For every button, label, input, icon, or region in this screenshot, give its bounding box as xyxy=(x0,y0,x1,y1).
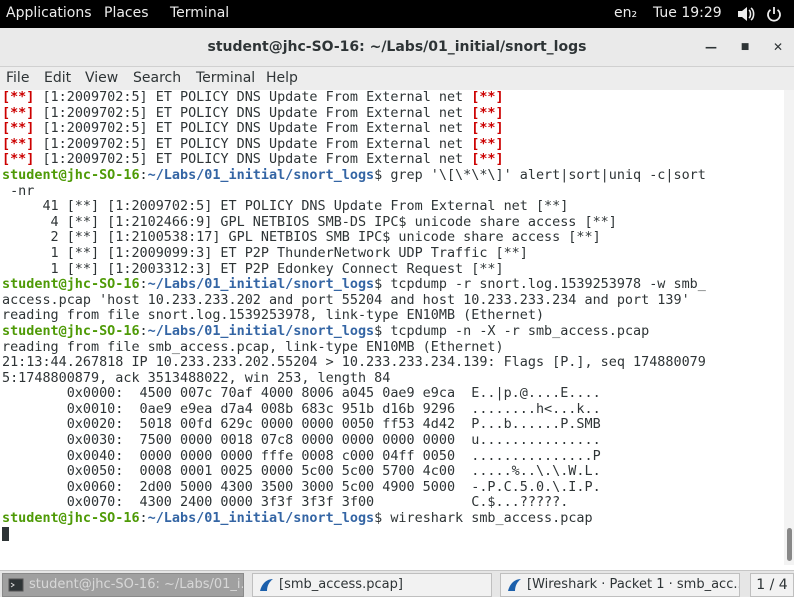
count-line: 2 [**] [1:2100538:17] GPL NETBIOS SMB IP… xyxy=(2,230,601,246)
app-menu[interactable]: Terminal xyxy=(170,5,229,21)
text-cursor xyxy=(2,526,9,541)
count-line: 41 [**] [1:2009702:5] ET POLICY DNS Upda… xyxy=(2,199,569,215)
hexdump-line: 0x0020: 5018 00fd 629c 0000 0000 0050 ff… xyxy=(2,417,601,433)
menu-edit[interactable]: Edit xyxy=(44,70,71,86)
terminal-icon xyxy=(8,578,24,592)
hexdump-line: 0x0060: 2d00 5000 4300 3500 3000 5c00 49… xyxy=(2,479,601,495)
alert-line: [**] [1:2009702:5] ET POLICY DNS Update … xyxy=(2,121,504,137)
prompt-line: student@jhc-SO-16:~/Labs/01_initial/snor… xyxy=(2,323,650,339)
count-line: 4 [**] [1:2102466:9] GPL NETBIOS SMB-DS … xyxy=(2,214,617,230)
prompt-line: student@jhc-SO-16:~/Labs/01_initial/snor… xyxy=(2,277,706,293)
menu-search[interactable]: Search xyxy=(133,70,181,86)
command-text: wireshark smb_access.pcap xyxy=(382,511,593,527)
count-line: 1 [**] [1:2003312:3] ET P2P Edonkey Conn… xyxy=(2,261,504,277)
power-icon[interactable] xyxy=(766,6,782,22)
menu-help[interactable]: Help xyxy=(266,70,298,86)
keyboard-layout-indicator[interactable]: en₂ xyxy=(614,5,637,21)
prompt-line: student@jhc-SO-16:~/Labs/01_initial/snor… xyxy=(2,511,593,527)
applications-menu[interactable]: Applications xyxy=(6,5,92,21)
command-continuation: access.pcap 'host 10.233.233.202 and por… xyxy=(2,292,690,308)
workspace-pager[interactable]: 1 / 4 xyxy=(750,573,794,597)
output-line: reading from file snort.log.1539253978, … xyxy=(2,308,545,324)
task-wireshark-main[interactable]: [smb_access.pcap] xyxy=(252,573,492,597)
wireshark-icon xyxy=(508,579,521,591)
maximize-button[interactable]: ■ xyxy=(738,40,752,54)
hexdump-line: 0x0010: 0ae9 e9ea d7a4 008b 683c 951b d1… xyxy=(2,401,601,417)
places-menu[interactable]: Places xyxy=(104,5,149,21)
output-line: 21:13:44.267818 IP 10.233.233.202.55204 … xyxy=(2,355,706,371)
command-text: tcpdump -r snort.log.1539253978 -w smb_ xyxy=(382,277,706,293)
menu-terminal[interactable]: Terminal xyxy=(196,70,255,86)
volume-icon[interactable] xyxy=(737,6,755,22)
hexdump-line: 0x0070: 4300 2400 0000 3f3f 3f3f 3f00 C.… xyxy=(2,495,569,511)
clock[interactable]: Tue 19:29 xyxy=(653,5,722,21)
prompt-line: student@jhc-SO-16:~/Labs/01_initial/snor… xyxy=(2,167,706,183)
alert-line: [**] [1:2009702:5] ET POLICY DNS Update … xyxy=(2,136,504,152)
hexdump-line: 0x0040: 0000 0000 0000 fffe 0008 c000 04… xyxy=(2,448,601,464)
task-terminal[interactable]: student@jhc-SO-16: ~/Labs/01_i... xyxy=(2,573,244,597)
top-panel: Applications Places Terminal en₂ Tue 19:… xyxy=(0,0,794,28)
window-list: student@jhc-SO-16: ~/Labs/01_i... [smb_a… xyxy=(0,570,794,597)
window-title: student@jhc-SO-16: ~/Labs/01_initial/sno… xyxy=(207,39,587,55)
alert-line: [**] [1:2009702:5] ET POLICY DNS Update … xyxy=(2,90,504,105)
hexdump-line: 0x0050: 0008 0001 0025 0000 5c00 5c00 57… xyxy=(2,464,601,480)
close-button[interactable]: ✕ xyxy=(771,40,785,54)
output-line: reading from file smb_access.pcap, link-… xyxy=(2,339,504,355)
menu-view[interactable]: View xyxy=(85,70,118,86)
minimize-button[interactable]: — xyxy=(704,40,718,54)
command-text: grep '\[\*\*\]' alert|sort|uniq -c|sort xyxy=(382,167,706,183)
alert-line: [**] [1:2009702:5] ET POLICY DNS Update … xyxy=(2,105,504,121)
hexdump-line: 0x0000: 4500 007c 70af 4000 8006 a045 0a… xyxy=(2,386,601,402)
wireshark-icon xyxy=(260,579,273,591)
task-wireshark-packet[interactable]: [Wireshark · Packet 1 · smb_acc... xyxy=(500,573,740,597)
window-titlebar[interactable]: student@jhc-SO-16: ~/Labs/01_initial/sno… xyxy=(0,28,794,67)
alert-line: [**] [1:2009702:5] ET POLICY DNS Update … xyxy=(2,152,504,168)
count-line: 1 [**] [1:2009099:3] ET P2P ThunderNetwo… xyxy=(2,245,528,261)
scrollbar-thumb[interactable] xyxy=(787,528,792,561)
command-text: tcpdump -n -X -r smb_access.pcap xyxy=(382,323,650,339)
command-continuation: -nr xyxy=(2,183,35,199)
terminal-scrollbar[interactable] xyxy=(784,90,794,565)
menu-file[interactable]: File xyxy=(6,70,29,86)
output-line: 5:1748800879, ack 3513488022, win 253, l… xyxy=(2,370,391,386)
hexdump-line: 0x0030: 7500 0000 0018 07c8 0000 0000 00… xyxy=(2,433,601,449)
menubar: File Edit View Search Terminal Help xyxy=(0,67,794,90)
terminal-output[interactable]: [**] [1:2009702:5] ET POLICY DNS Update … xyxy=(0,90,784,565)
